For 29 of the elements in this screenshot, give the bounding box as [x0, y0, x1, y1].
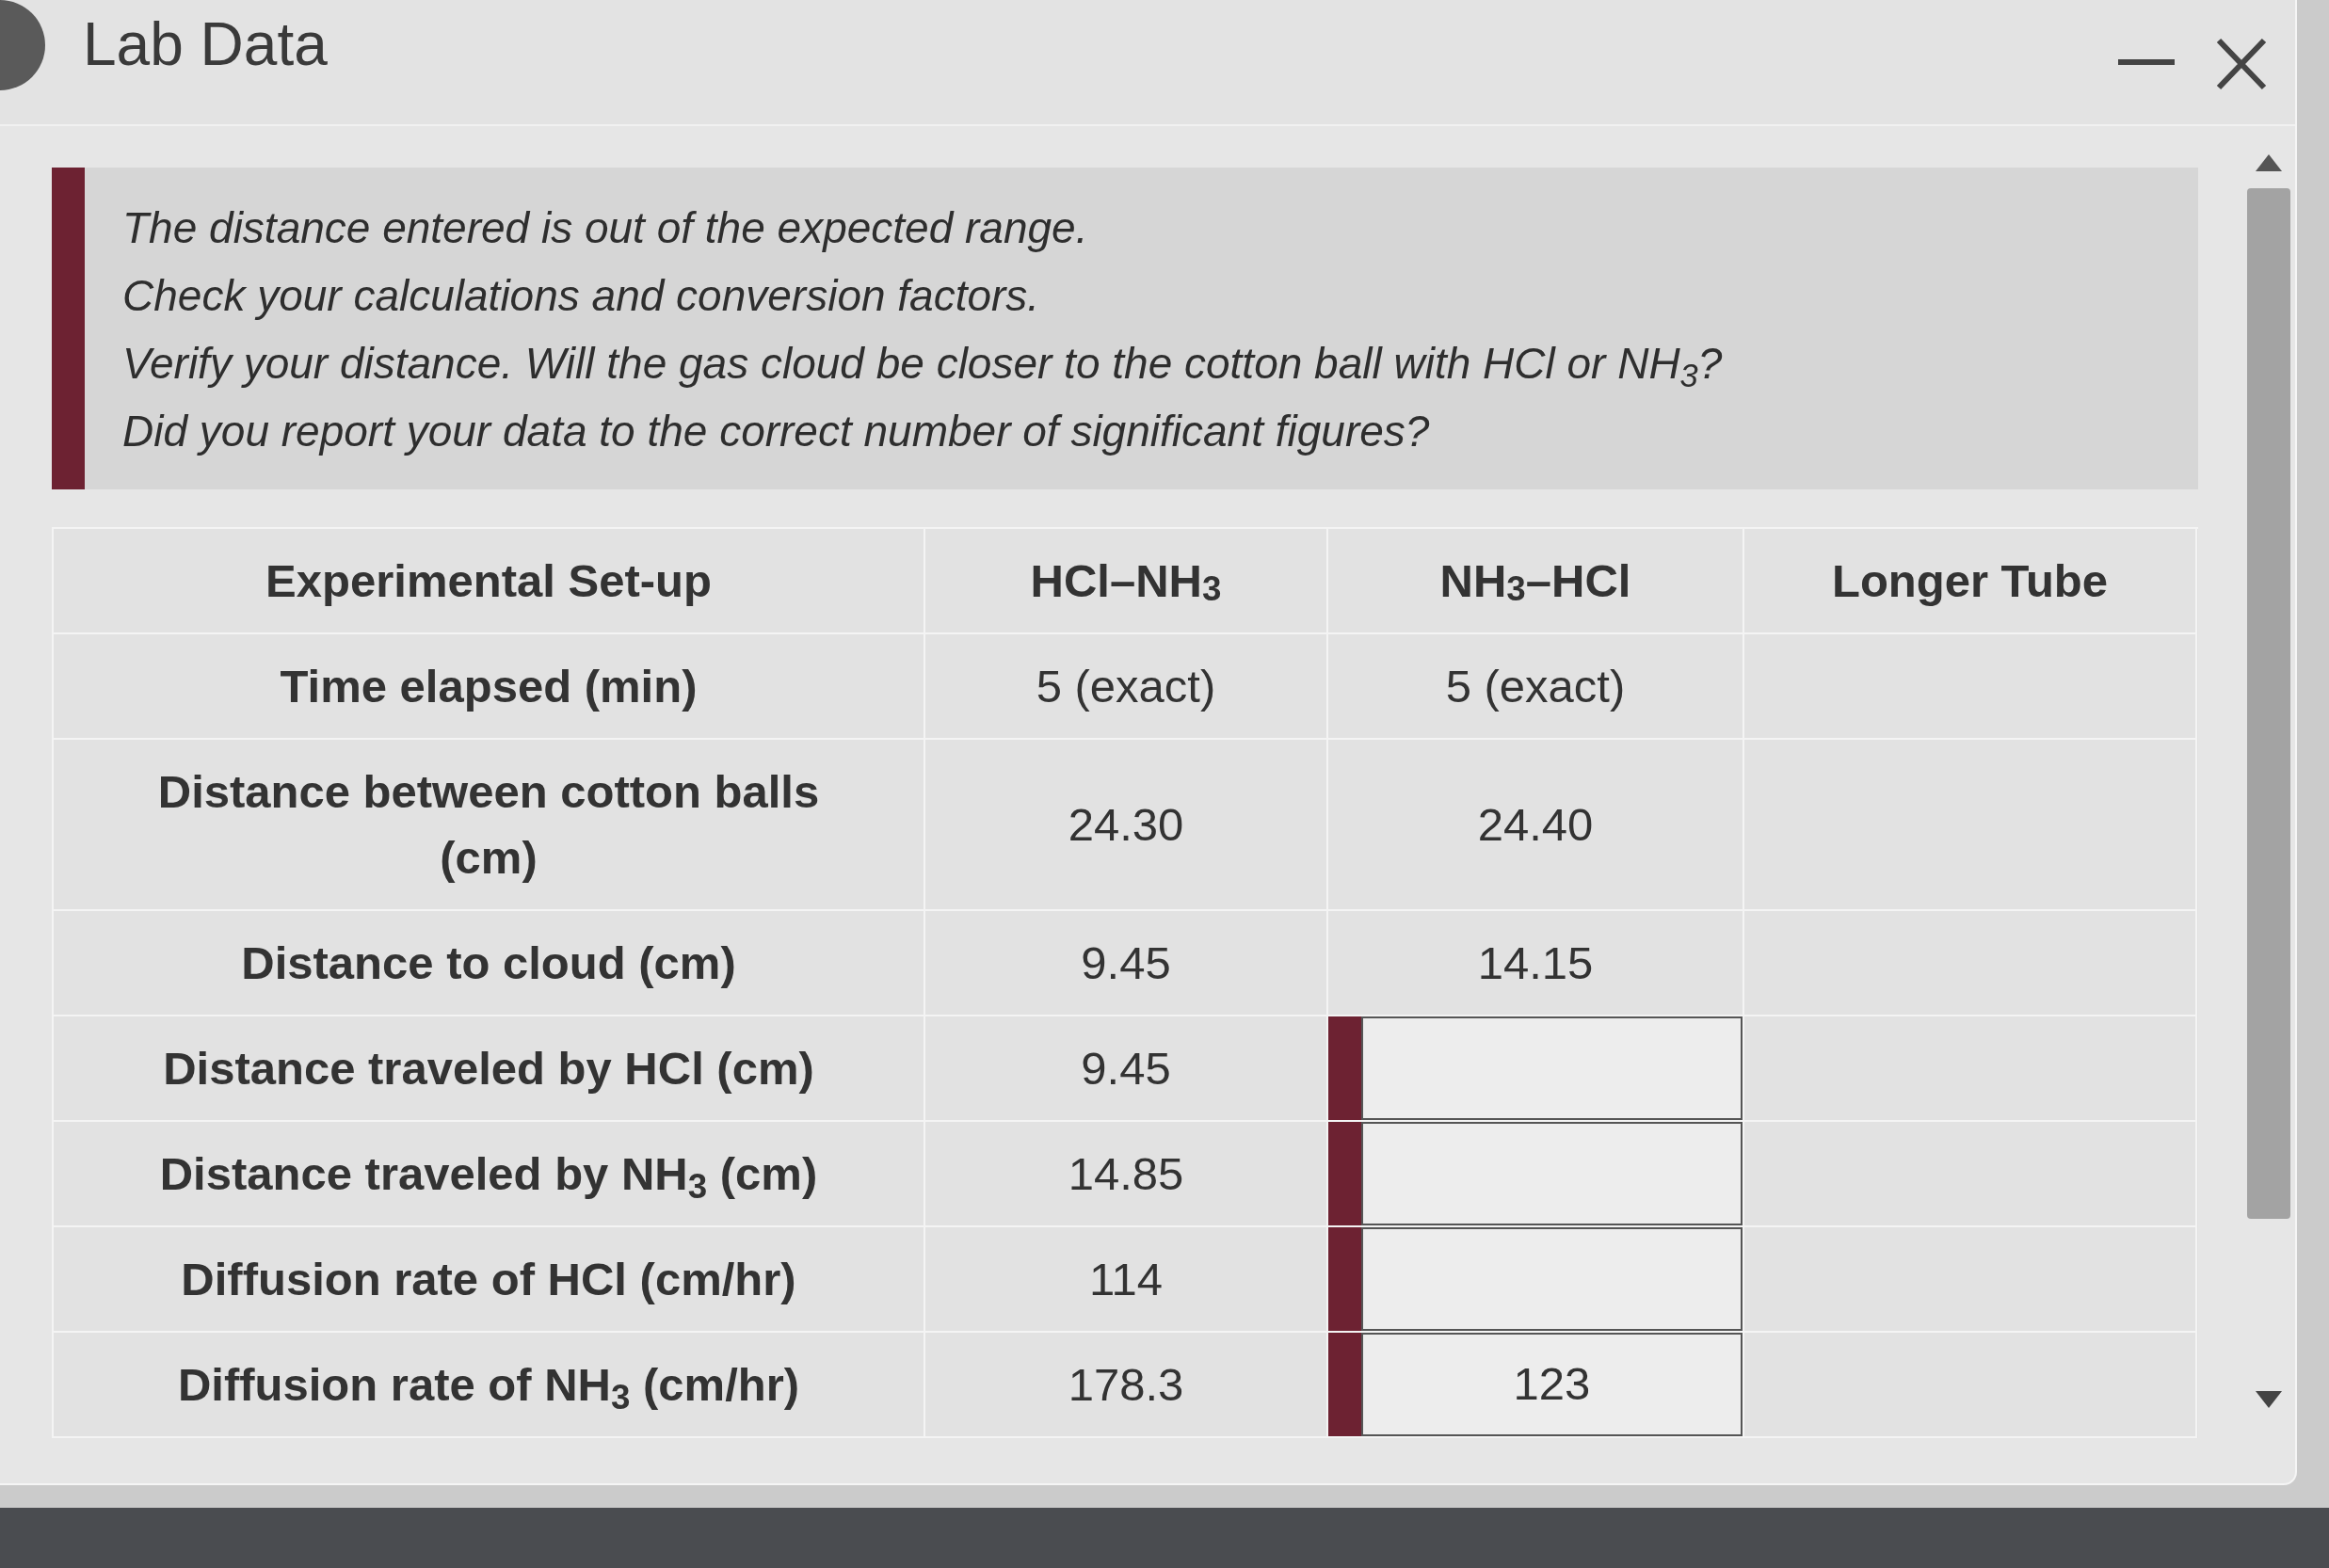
window-title: Lab Data	[83, 11, 328, 77]
table-cell: 9.45	[925, 911, 1328, 1016]
column-header: Longer Tube	[1744, 529, 2197, 634]
table-cell: 24.40	[1328, 740, 1744, 911]
message-line: Verify your distance. Will the gas cloud be closer to the cotton ball with HCl or NH$_{3}$?	[122, 338, 1723, 395]
column-header: NH$_{3}$–HCl	[1328, 529, 1744, 634]
row-label: Distance between cotton balls (cm)	[156, 765, 821, 885]
row-label: Diffusion rate of NH$_{3}$ (cm/hr)	[177, 1358, 800, 1417]
column-header: Experimental Set-up	[54, 529, 925, 634]
input-field[interactable]	[1361, 1122, 1743, 1225]
column-header: HCl–NH$_{3}$	[925, 529, 1328, 634]
close-icon[interactable]	[2216, 38, 2267, 90]
input-field[interactable]	[1361, 1227, 1743, 1331]
message-line: Check your calculations and conversion factors.	[122, 270, 1041, 322]
row-label: Time elapsed (min)	[280, 660, 698, 713]
row-label: Distance traveled by NH$_{3}$ (cm)	[159, 1147, 818, 1207]
input-field[interactable]: 123	[1361, 1333, 1743, 1436]
table-cell: 5 (exact)	[1328, 634, 1744, 740]
scroll-down-icon[interactable]	[2256, 1391, 2282, 1408]
message-line: Did you report your data to the correct number of significant figures?	[122, 406, 1431, 457]
row-label: Distance to cloud (cm)	[241, 936, 736, 990]
scrollbar-thumb[interactable]	[2247, 188, 2290, 1219]
row-label: Distance traveled by HCl (cm)	[163, 1042, 814, 1096]
table-cell: 5 (exact)	[925, 634, 1328, 740]
message-line: The distance entered is out of the expected range.	[122, 202, 1089, 254]
row-label: Diffusion rate of HCl (cm/hr)	[181, 1253, 796, 1306]
input-field[interactable]	[1361, 1016, 1743, 1120]
scroll-up-icon[interactable]	[2256, 154, 2282, 171]
table-cell: 24.30	[925, 740, 1328, 911]
